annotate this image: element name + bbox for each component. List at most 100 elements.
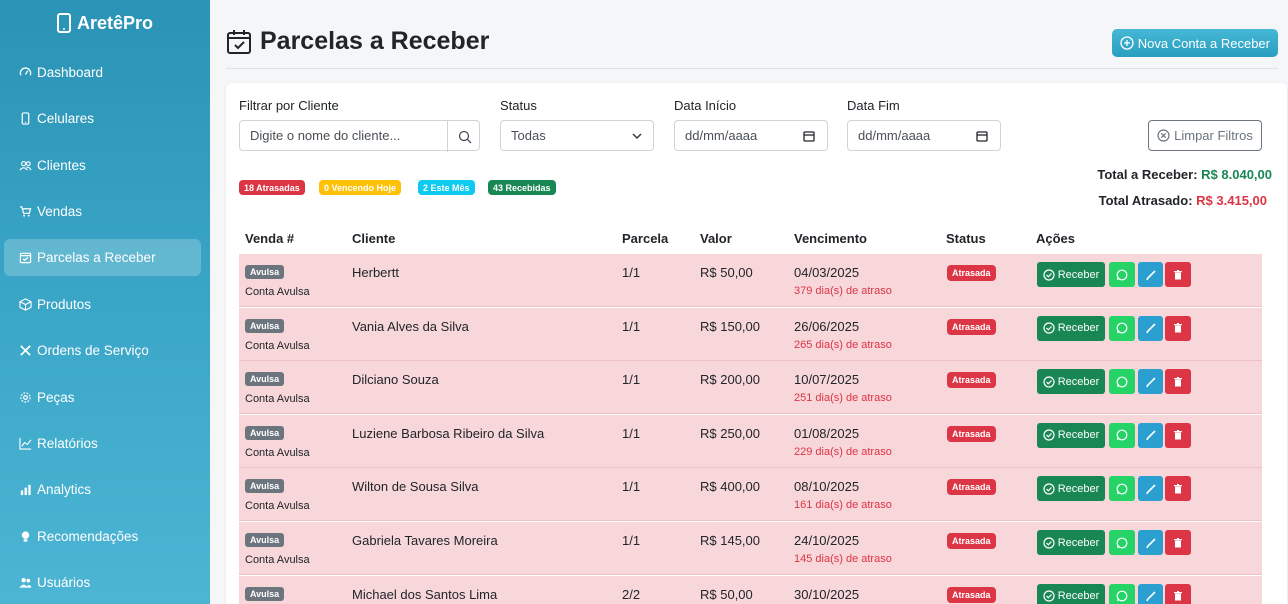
sidebar-item-dashboard[interactable]: Dashboard	[4, 54, 201, 91]
delete-button[interactable]	[1165, 315, 1191, 341]
trash-icon	[1172, 376, 1184, 388]
speedometer-icon	[19, 66, 32, 79]
delete-button[interactable]	[1165, 369, 1191, 395]
sale-type-tag: Avulsa	[245, 586, 285, 601]
calendar-icon[interactable]	[976, 130, 988, 142]
status-badge: Atrasada	[947, 372, 996, 389]
cart-icon	[19, 205, 32, 218]
edit-button[interactable]	[1138, 369, 1163, 395]
delete-button[interactable]	[1165, 530, 1191, 555]
sidebar-item-parcelas-a-receber[interactable]: Parcelas a Receber	[4, 239, 201, 276]
receive-button[interactable]: Receber	[1037, 315, 1105, 341]
whatsapp-button[interactable]	[1109, 262, 1135, 287]
phone-icon	[19, 112, 32, 125]
sale-type-label: Conta Avulsa	[245, 339, 310, 352]
edit-button[interactable]	[1138, 583, 1163, 604]
clear-filters-button[interactable]: Limpar Filtros	[1148, 120, 1262, 151]
status-count-badge[interactable]: 18 Atrasadas	[239, 180, 305, 195]
whatsapp-button[interactable]	[1109, 422, 1135, 448]
sidebar-item-clientes[interactable]: Clientes	[4, 147, 201, 184]
installment-value: R$ 50,00	[700, 265, 753, 280]
installment-number: 1/1	[622, 318, 641, 334]
receive-button[interactable]: Receber	[1037, 369, 1105, 395]
whatsapp-icon	[1116, 322, 1128, 334]
whatsapp-button[interactable]	[1109, 369, 1135, 395]
sidebar-item-ordens-de-servi-o[interactable]: Ordens de Serviço	[4, 332, 201, 369]
start-date-input[interactable]: dd/mm/aaaa	[674, 120, 828, 151]
edit-button[interactable]	[1138, 422, 1163, 448]
edit-button[interactable]	[1138, 315, 1163, 341]
sidebar-item-usu-rios[interactable]: Usuários	[4, 564, 201, 601]
edit-button[interactable]	[1138, 476, 1163, 502]
brand[interactable]: AretêPro	[0, 0, 210, 46]
pencil-icon	[1145, 376, 1157, 388]
column-header: Parcela	[622, 231, 669, 246]
edit-button[interactable]	[1138, 262, 1163, 287]
installment-number: 2/2	[622, 586, 641, 602]
edit-button[interactable]	[1138, 530, 1163, 555]
page-title: Parcelas a Receber	[226, 27, 489, 56]
trash-icon	[1172, 269, 1184, 281]
table-row: Avulsa Conta Avulsa Wilton de Sousa Silva 1…	[239, 468, 1262, 522]
installment-number: 1/1	[622, 479, 641, 495]
receive-button[interactable]: Receber	[1037, 262, 1105, 287]
pencil-icon	[1145, 537, 1157, 549]
client-name: Wilton de Sousa Silva	[352, 479, 479, 495]
installment-value: R$ 145,00	[700, 533, 760, 548]
receive-button[interactable]: Receber	[1037, 476, 1105, 502]
days-overdue: 251 dia(s) de atraso	[794, 392, 892, 405]
installment-number: 1/1	[622, 425, 641, 441]
sidebar-item-label: Celulares	[37, 111, 95, 126]
client-search-input[interactable]: Digite o nome do cliente...	[239, 120, 481, 152]
status-select[interactable]: Todas	[500, 120, 654, 151]
total-overdue-label: Total Atrasado:	[1098, 193, 1193, 208]
sidebar-item-pe-as[interactable]: Peças	[4, 379, 201, 416]
sale-type-tag: Avulsa	[245, 533, 285, 547]
sidebar-item-label: Vendas	[37, 204, 83, 219]
receive-button[interactable]: Receber	[1037, 583, 1105, 604]
sidebar-item-vendas[interactable]: Vendas	[4, 193, 201, 230]
sale-type-label: Conta Avulsa	[245, 446, 310, 459]
status-count-badge[interactable]: 2 Este Mês	[418, 180, 475, 195]
due-date: 24/10/2025	[794, 533, 860, 548]
delete-button[interactable]	[1165, 262, 1191, 287]
delete-button[interactable]	[1165, 476, 1191, 502]
delete-button[interactable]	[1165, 422, 1191, 448]
end-date-input[interactable]: dd/mm/aaaa	[847, 120, 1001, 151]
sale-type-tag: Avulsa	[245, 479, 285, 494]
new-receivable-label: Nova Conta a Receber	[1137, 35, 1270, 51]
search-button[interactable]	[447, 121, 481, 152]
delete-button[interactable]	[1165, 583, 1191, 604]
status-badge: Atrasada	[947, 318, 996, 335]
check-circle-icon	[1043, 268, 1055, 281]
whatsapp-button[interactable]	[1109, 476, 1135, 502]
days-overdue: 379 dia(s) de atraso	[794, 285, 892, 297]
status-count-badge[interactable]: 43 Recebidas	[488, 180, 556, 195]
receive-button[interactable]: Receber	[1037, 530, 1105, 555]
sidebar-item-celulares[interactable]: Celulares	[4, 100, 201, 137]
whatsapp-button[interactable]	[1109, 530, 1135, 555]
search-icon	[458, 130, 471, 143]
calendar-icon[interactable]	[803, 130, 815, 142]
installment-number: 1/1	[622, 265, 641, 280]
sidebar-item-recomenda-es[interactable]: Recomendações	[4, 518, 201, 555]
start-date-value: dd/mm/aaaa	[685, 128, 758, 143]
end-date-label: Data Fim	[847, 98, 900, 113]
whatsapp-button[interactable]	[1109, 315, 1135, 341]
whatsapp-button[interactable]	[1109, 583, 1135, 604]
new-receivable-button[interactable]: Nova Conta a Receber	[1111, 29, 1278, 57]
receive-button[interactable]: Receber	[1037, 422, 1105, 448]
client-filter-label: Filtrar por Cliente	[239, 98, 339, 113]
column-header: Cliente	[352, 231, 396, 246]
sidebar-item-label: Parcelas a Receber	[37, 250, 156, 265]
receive-label: Receber	[1057, 482, 1100, 495]
status-count-badge[interactable]: 0 Vencendo Hoje	[319, 180, 402, 195]
total-receivable: Total a Receber: R$ 8.040,00	[1097, 167, 1272, 182]
trash-icon	[1172, 322, 1184, 334]
sidebar-item-analytics[interactable]: Analytics	[4, 471, 201, 508]
sidebar-item-produtos[interactable]: Produtos	[4, 286, 201, 323]
installment-number: 1/1	[622, 533, 641, 548]
sidebar-item-label: Usuários	[37, 575, 91, 590]
main-content: Parcelas a Receber Nova Conta a Receber …	[210, 0, 1288, 604]
sidebar-item-relat-rios[interactable]: Relatórios	[4, 425, 201, 462]
